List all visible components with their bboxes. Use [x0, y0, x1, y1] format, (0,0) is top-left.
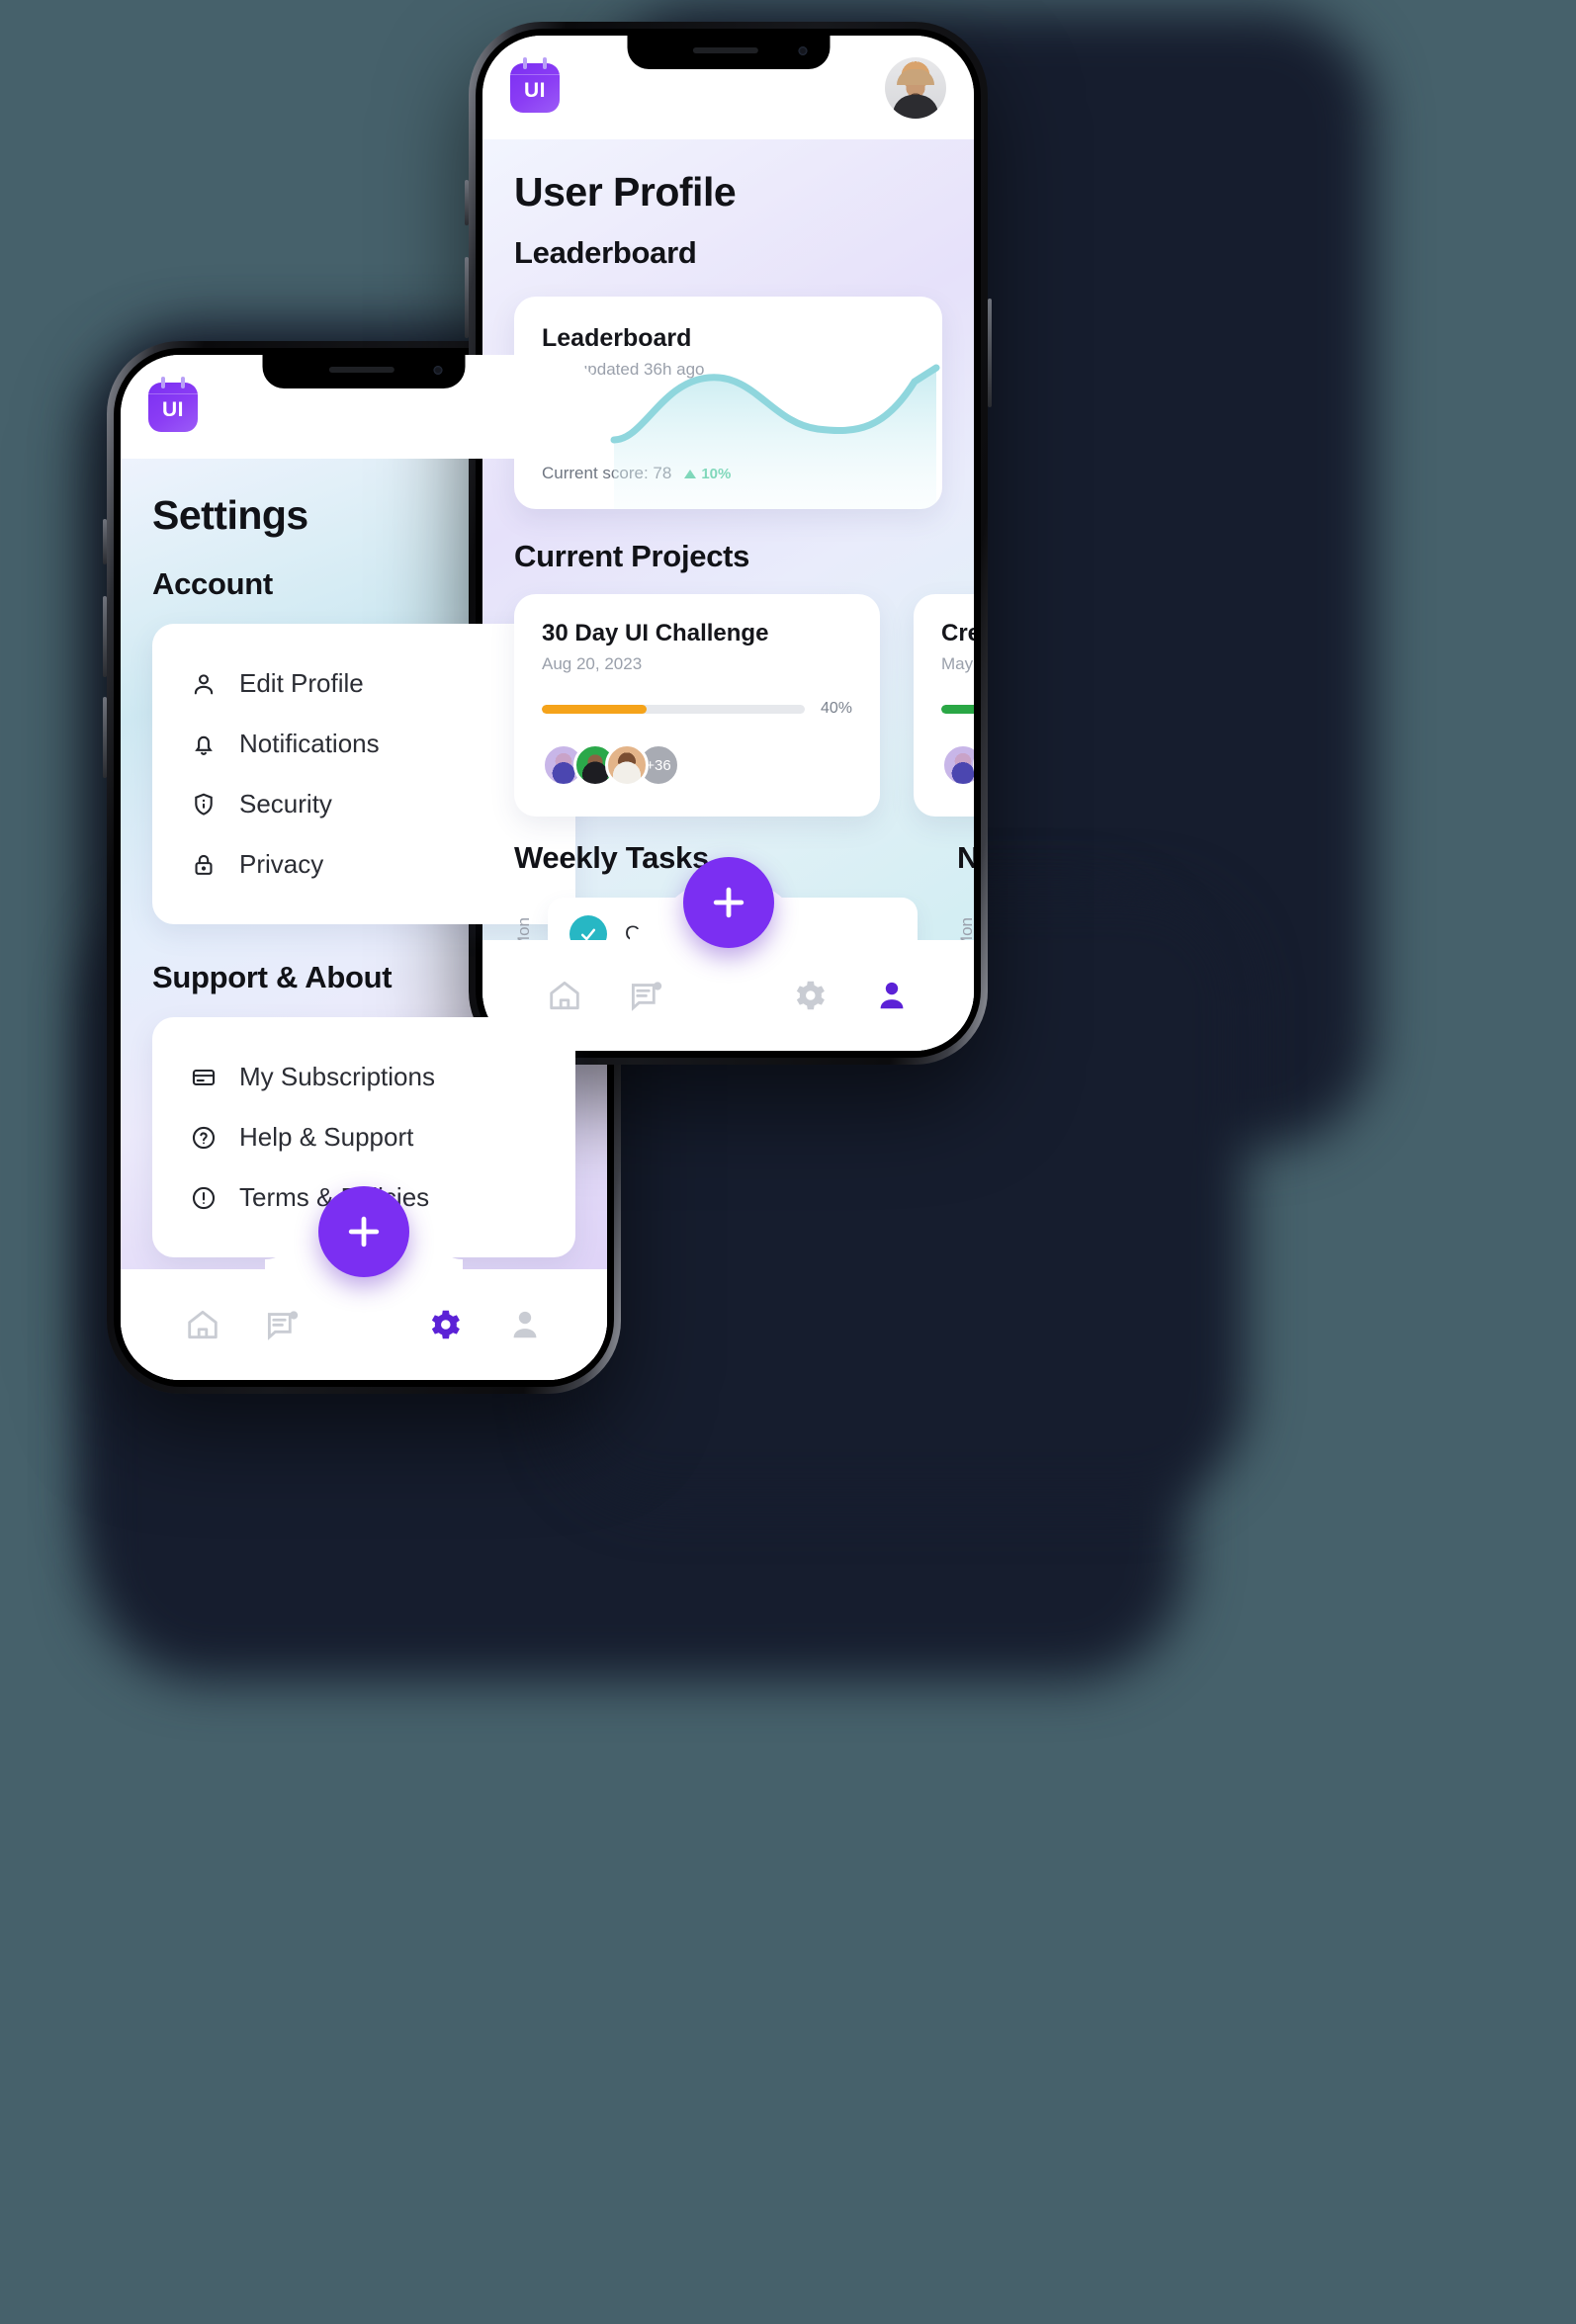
tab-home[interactable]: [524, 977, 606, 1014]
phone-notch: [627, 36, 830, 69]
progress-bar: [542, 704, 805, 714]
front-camera: [433, 366, 443, 375]
mockup-stage: UI Settings Account Edit Profile Notific…: [0, 0, 1576, 2324]
profile-screen: UI User Profile Leaderboard Leaderboard …: [482, 36, 974, 1051]
tab-home[interactable]: [162, 1306, 243, 1343]
bell-icon: [190, 731, 218, 758]
avatar[interactable]: [885, 56, 946, 119]
volume-up-button[interactable]: [465, 257, 469, 338]
section-heading-projects: Current Projects: [514, 539, 750, 573]
app-logo-text: UI: [524, 78, 546, 102]
logo-strip: [148, 392, 198, 394]
power-button[interactable]: [988, 299, 992, 407]
sidebar-item-label: Security: [239, 789, 332, 818]
sidebar-item-label: Privacy: [239, 849, 324, 879]
add-button-fab[interactable]: [682, 857, 774, 948]
page-title: User Profile: [514, 169, 737, 215]
project-date: May 05, 2023: [941, 654, 974, 673]
project-card[interactable]: 30 Day UI Challenge Aug 20, 2023 40% +36: [514, 594, 880, 817]
user-icon: [190, 670, 218, 698]
earpiece-speaker: [692, 47, 758, 53]
logo-tick-right: [543, 56, 547, 69]
section-heading-leaderboard: Leaderboard: [514, 235, 697, 270]
tab-messages[interactable]: [606, 977, 688, 1014]
volume-down-button[interactable]: [103, 697, 107, 778]
add-button-fab[interactable]: [318, 1186, 409, 1277]
sidebar-item-label: Notifications: [239, 729, 380, 758]
credit-card-icon: [190, 1064, 218, 1091]
sidebar-item-label: Help & Support: [239, 1122, 414, 1152]
project-card[interactable]: Create Icon Libary May 05, 2023 95% +14: [914, 594, 974, 817]
logo-tick-right: [181, 376, 185, 388]
phone-notch: [262, 355, 466, 388]
avatar: [605, 743, 649, 787]
leaderboard-sparkline-chart: [606, 346, 942, 509]
logo-tick-left: [523, 56, 527, 69]
tab-settings[interactable]: [769, 977, 851, 1014]
question-circle-icon: [190, 1124, 218, 1152]
progress-percent: 40%: [820, 700, 852, 717]
logo-strip: [510, 73, 560, 75]
app-logo-icon[interactable]: UI: [510, 56, 560, 113]
project-name: 30 Day UI Challenge: [542, 620, 769, 646]
logo-tick-left: [161, 376, 165, 388]
mute-switch[interactable]: [465, 180, 469, 225]
shield-info-icon: [190, 791, 218, 818]
member-avatars[interactable]: +36: [542, 743, 852, 787]
sidebar-item-label: My Subscriptions: [239, 1062, 435, 1091]
sidebar-item-help-support[interactable]: Help & Support: [152, 1107, 575, 1167]
avatar: [941, 743, 974, 787]
projects-carousel[interactable]: 30 Day UI Challenge Aug 20, 2023 40% +36: [514, 594, 974, 817]
tab-profile[interactable]: [850, 977, 932, 1014]
lock-icon: [190, 851, 218, 879]
sidebar-item-label: Edit Profile: [239, 668, 364, 698]
section-heading-next-week: Next Week: [957, 840, 974, 875]
front-camera: [798, 46, 807, 55]
project-name: Create Icon Libary: [941, 620, 974, 646]
info-circle-icon: [190, 1184, 218, 1212]
mute-switch[interactable]: [103, 519, 107, 564]
progress-bar: [941, 704, 974, 714]
tab-messages[interactable]: [243, 1306, 324, 1343]
member-avatars[interactable]: +14: [941, 743, 974, 787]
app-logo-text: UI: [162, 397, 184, 421]
app-logo-icon[interactable]: UI: [148, 376, 198, 432]
tab-settings[interactable]: [404, 1306, 485, 1343]
volume-up-button[interactable]: [103, 596, 107, 677]
profile-phone: UI User Profile Leaderboard Leaderboard …: [465, 22, 992, 1065]
sidebar-item-my-subscriptions[interactable]: My Subscriptions: [152, 1047, 575, 1107]
project-date: Aug 20, 2023: [542, 654, 643, 673]
earpiece-speaker: [328, 367, 394, 373]
tab-profile[interactable]: [484, 1306, 566, 1343]
profile-body: User Profile Leaderboard Leaderboard Las…: [482, 139, 974, 1051]
